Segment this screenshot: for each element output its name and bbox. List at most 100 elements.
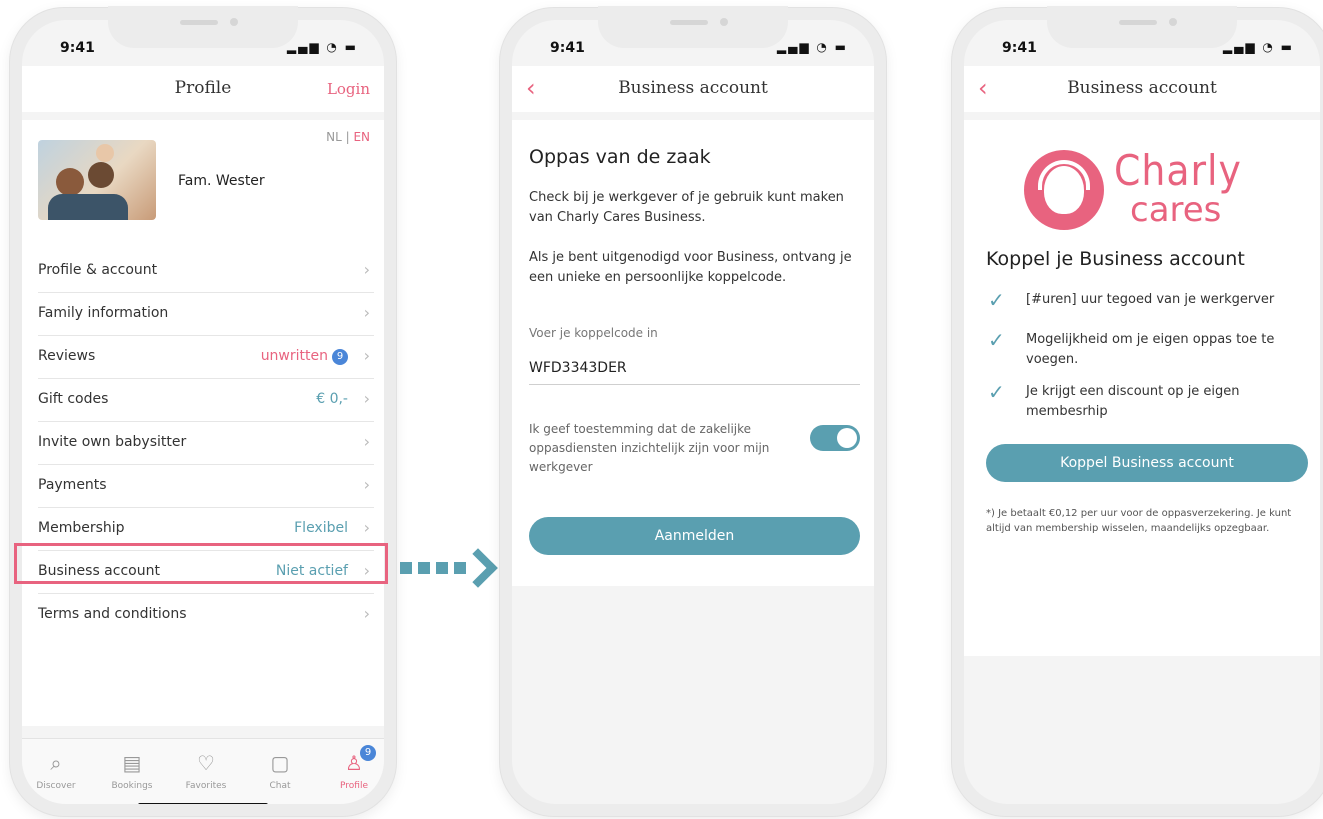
status-icons: ▂▄▆ ◔ ▬ bbox=[776, 40, 848, 54]
profile-screen: 9:41 ▂▄▆ ◔ ▬ Profile Login NL | EN Fam. … bbox=[22, 20, 384, 804]
register-button[interactable]: Aanmelden bbox=[529, 517, 860, 555]
tab-profile[interactable]: ♙ 9 Profile bbox=[324, 745, 384, 791]
menu-item-value: unwritten 9 bbox=[261, 348, 348, 365]
chevron-right-icon: › bbox=[363, 303, 370, 322]
menu-item-label: Invite own babysitter bbox=[38, 434, 187, 450]
menu-item-value: Flexibel bbox=[294, 520, 348, 536]
tab-bookings[interactable]: ▤ Bookings bbox=[102, 751, 162, 791]
menu-item-label: Terms and conditions bbox=[38, 606, 187, 622]
menu-item-gift-codes[interactable]: Gift codes € 0,- › bbox=[38, 378, 374, 422]
intro-text: Check bij je werkgever of je gebruik kun… bbox=[529, 190, 844, 225]
status-time: 9:41 bbox=[1002, 40, 1037, 56]
code-input[interactable] bbox=[529, 360, 860, 385]
chevron-right-icon: › bbox=[363, 346, 370, 365]
check-icon: ✓ bbox=[988, 380, 1005, 404]
menu-item-terms[interactable]: Terms and conditions › bbox=[38, 593, 374, 636]
menu-item-membership[interactable]: Membership Flexibel › bbox=[38, 507, 374, 551]
business-form-card: Oppas van de zaak Check bij je werkgever… bbox=[512, 120, 874, 586]
inbox-icon: ▤ bbox=[122, 751, 142, 775]
page-title: Business account bbox=[618, 78, 768, 98]
language-switch: NL | EN bbox=[326, 130, 370, 144]
chat-bubble-icon: ▢ bbox=[270, 751, 290, 775]
menu-item-family-information[interactable]: Family information › bbox=[38, 292, 374, 336]
chevron-right-icon: › bbox=[363, 604, 370, 623]
charly-cares-logo: Charly cares bbox=[1004, 146, 1264, 230]
status-icons: ▂▄▆ ◔ ▬ bbox=[1222, 40, 1294, 54]
menu-item-label: Payments bbox=[38, 477, 107, 493]
connect-business-button[interactable]: Koppel Business account bbox=[986, 444, 1308, 482]
login-link[interactable]: Login bbox=[327, 80, 370, 98]
tab-bar: ⌕ Discover ▤ Bookings ♡ Favorites ▢ Chat… bbox=[22, 738, 384, 804]
flow-arrow-icon bbox=[398, 548, 498, 588]
consent-text: Ik geef toestemming dat de zakelijke opp… bbox=[529, 422, 770, 474]
menu-item-value: Niet actief bbox=[275, 563, 348, 579]
connect-business-screen: 9:41 ▂▄▆ ◔ ▬ ‹ Business account Charly c… bbox=[964, 20, 1320, 804]
search-icon: ⌕ bbox=[50, 751, 62, 775]
heart-icon: ♡ bbox=[197, 751, 215, 775]
chevron-right-icon: › bbox=[363, 389, 370, 408]
menu-item-label: Business account bbox=[38, 563, 160, 579]
lang-separator: | bbox=[341, 130, 354, 144]
tab-label: Chat bbox=[269, 781, 291, 791]
tab-favorites[interactable]: ♡ Favorites bbox=[176, 751, 236, 791]
phone-business-form: 9:41 ▂▄▆ ◔ ▬ ‹ Business account Oppas va… bbox=[500, 6, 886, 816]
navbar: Profile Login bbox=[22, 66, 384, 112]
code-field-label: Voer je koppelcode in bbox=[529, 326, 658, 340]
menu-item-invite-babysitter[interactable]: Invite own babysitter › bbox=[38, 421, 374, 465]
profile-card: NL | EN Fam. Wester Profile & account › … bbox=[22, 120, 384, 726]
phone-notch bbox=[598, 6, 788, 48]
logo-text-cares: cares bbox=[1130, 190, 1222, 230]
invite-text: Als je bent uitgenodigd voor Business, o… bbox=[529, 250, 852, 285]
phone-connect-business: 9:41 ▂▄▆ ◔ ▬ ‹ Business account Charly c… bbox=[952, 6, 1323, 816]
menu-item-value: € 0,- bbox=[316, 391, 348, 407]
tab-label: Favorites bbox=[185, 781, 227, 791]
family-name: Fam. Wester bbox=[178, 173, 265, 189]
menu-item-label: Family information bbox=[38, 305, 169, 321]
lang-en[interactable]: EN bbox=[353, 130, 370, 144]
phone-notch bbox=[108, 6, 298, 48]
benefit-item: Mogelijkheid om je eigen oppas toe te vo… bbox=[1026, 332, 1275, 367]
status-time: 9:41 bbox=[60, 40, 95, 56]
home-indicator bbox=[138, 803, 268, 804]
notification-badge: 9 bbox=[360, 745, 376, 761]
reviews-count-badge: 9 bbox=[332, 349, 348, 365]
lang-nl[interactable]: NL bbox=[326, 130, 342, 144]
tab-discover[interactable]: ⌕ Discover bbox=[26, 751, 86, 791]
reviews-status: unwritten bbox=[260, 348, 328, 364]
navbar: ‹ Business account bbox=[964, 66, 1320, 112]
phone-notch bbox=[1047, 6, 1237, 48]
menu-item-label: Gift codes bbox=[38, 391, 109, 407]
chevron-right-icon: › bbox=[363, 432, 370, 451]
tab-label: Profile bbox=[340, 781, 368, 791]
connect-card: Charly cares Koppel je Business account … bbox=[964, 120, 1320, 656]
check-icon: ✓ bbox=[988, 328, 1005, 352]
phone-profile: 9:41 ▂▄▆ ◔ ▬ Profile Login NL | EN Fam. … bbox=[10, 6, 396, 816]
chevron-right-icon: › bbox=[363, 518, 370, 537]
chevron-right-icon: › bbox=[363, 475, 370, 494]
logo-text-charly: Charly bbox=[1114, 146, 1242, 195]
fineprint-text: *) Je betaalt €0,12 per uur voor de oppa… bbox=[986, 508, 1292, 534]
chevron-right-icon: › bbox=[363, 260, 370, 279]
page-title: Business account bbox=[1067, 78, 1217, 98]
check-icon: ✓ bbox=[988, 288, 1005, 312]
benefit-item: [#uren] uur tegoed van je werkgerver bbox=[1026, 292, 1275, 307]
connect-heading: Koppel je Business account bbox=[986, 248, 1245, 270]
menu-item-payments[interactable]: Payments › bbox=[38, 464, 374, 508]
navbar: ‹ Business account bbox=[512, 66, 874, 112]
avatar[interactable] bbox=[38, 140, 156, 220]
status-icons: ▂▄▆ ◔ ▬ bbox=[286, 40, 358, 54]
menu-item-business-account[interactable]: Business account Niet actief › bbox=[38, 550, 374, 594]
tab-chat[interactable]: ▢ Chat bbox=[250, 751, 310, 791]
tab-label: Bookings bbox=[111, 781, 153, 791]
status-time: 9:41 bbox=[550, 40, 585, 56]
consent-toggle[interactable] bbox=[810, 425, 860, 451]
form-heading: Oppas van de zaak bbox=[529, 146, 711, 168]
tab-label: Discover bbox=[36, 781, 76, 791]
benefit-item: Je krijgt een discount op je eigen membe… bbox=[1026, 384, 1240, 419]
menu-item-label: Profile & account bbox=[38, 262, 158, 278]
menu-item-reviews[interactable]: Reviews unwritten 9 › bbox=[38, 335, 374, 379]
business-form-screen: 9:41 ▂▄▆ ◔ ▬ ‹ Business account Oppas va… bbox=[512, 20, 874, 804]
menu-item-label: Membership bbox=[38, 520, 125, 536]
chevron-right-icon: › bbox=[363, 561, 370, 580]
menu-item-profile-account[interactable]: Profile & account › bbox=[38, 249, 374, 293]
